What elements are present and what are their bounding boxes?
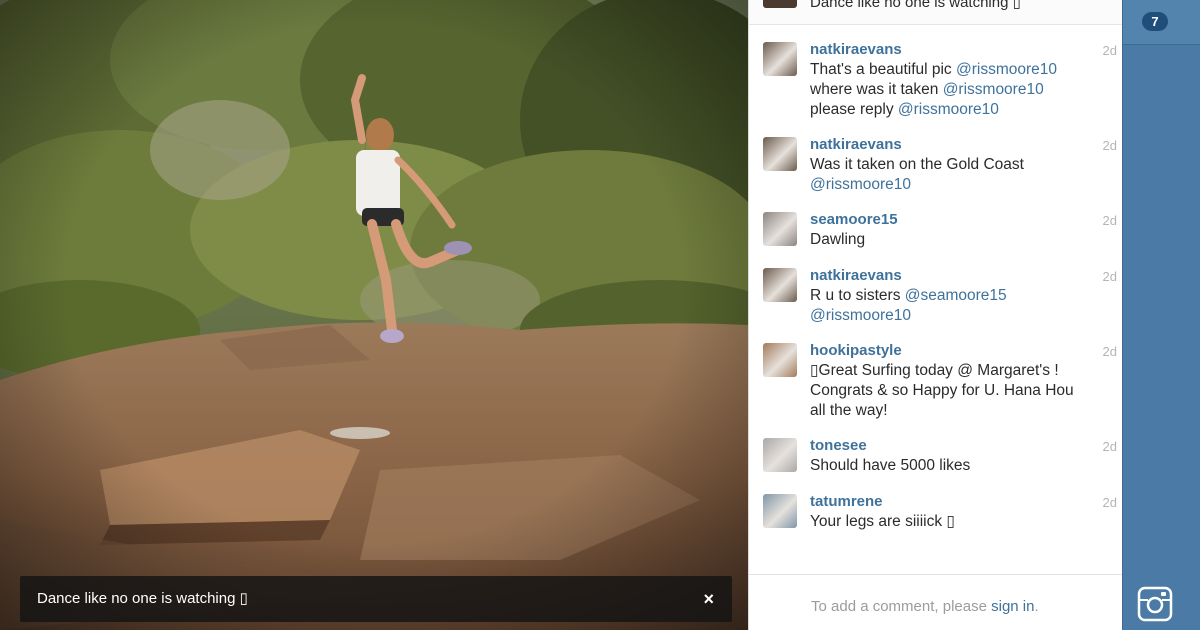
comment-line: Was it taken on the Gold Coast — [810, 155, 1110, 175]
comment-timestamp: 2d — [1102, 439, 1117, 454]
avatar[interactable] — [763, 494, 797, 528]
comment-text-segment: Dawling — [810, 231, 866, 248]
comment-text-segment: where was it taken — [810, 81, 943, 98]
comment-line: @rissmoore10 — [810, 175, 1110, 195]
mention-link[interactable]: @rissmoore10 — [898, 101, 999, 118]
photo-panel: Dance like no one is watching ▯ × — [0, 0, 748, 630]
comment-text: That's a beautiful pic @rissmoore10 where… — [810, 60, 1110, 120]
comment-timestamp: 2d — [1102, 344, 1117, 359]
avatar[interactable] — [763, 212, 797, 246]
right-rail: 7 — [1122, 0, 1200, 630]
comment-text-segment: That's a beautiful pic — [810, 61, 956, 78]
mention-link[interactable]: @rissmoore10 — [943, 81, 1044, 98]
comment-username[interactable]: seamoore15 — [810, 210, 898, 230]
comment-text-segment: R u to sisters — [810, 287, 905, 304]
comment-username[interactable]: tatumrene — [810, 492, 883, 512]
comment-timestamp: 2d — [1102, 269, 1117, 284]
comment-line: Should have 5000 likes — [810, 456, 1110, 476]
comment-text-segment: Was it taken on the Gold Coast — [810, 156, 1024, 173]
comment-text: Your legs are siiiick ▯ — [810, 512, 1110, 532]
comment-username[interactable]: natkiraevans — [810, 40, 902, 60]
notification-badge[interactable]: 7 — [1142, 12, 1168, 31]
comment-text: R u to sisters @seamoore15 @rissmoore10 — [810, 286, 1110, 326]
comment-text-segment: ▯Great Surfing today @ Margaret's ! — [810, 362, 1059, 379]
comment-line: @rissmoore10 — [810, 306, 1110, 326]
comment-text: Was it taken on the Gold Coast @rissmoore… — [810, 155, 1110, 195]
avatar[interactable] — [763, 42, 797, 76]
instagram-camera-icon[interactable] — [1137, 586, 1173, 622]
comment-text-segment: Your legs are siiiick ▯ — [810, 513, 955, 530]
comment-line: R u to sisters @seamoore15 — [810, 286, 1110, 306]
close-icon[interactable]: × — [703, 576, 714, 622]
comment-timestamp: 2d — [1102, 43, 1117, 58]
add-comment-prompt-text: To add a comment, please — [811, 598, 992, 615]
add-comment-suffix: . — [1034, 598, 1039, 615]
sign-in-link[interactable]: sign in — [991, 598, 1034, 615]
comment-timestamp: 2d — [1102, 138, 1117, 153]
avatar[interactable] — [763, 137, 797, 171]
comment-username[interactable]: tonesee — [810, 436, 867, 456]
comment-text-segment: Should have 5000 likes — [810, 457, 971, 474]
avatar[interactable] — [763, 0, 797, 8]
photo-image — [0, 0, 748, 630]
caption-comment-text: Dance like no one is watching ▯ — [810, 0, 1021, 11]
comment-line: please reply @rissmoore10 — [810, 100, 1110, 120]
comment-text-segment: all the way! — [810, 402, 888, 419]
mention-link[interactable]: @rissmoore10 — [956, 61, 1057, 78]
avatar[interactable] — [763, 438, 797, 472]
comment-text: ▯Great Surfing today @ Margaret's ! Congr… — [810, 361, 1110, 421]
comment-line: all the way! — [810, 401, 1110, 421]
comment-timestamp: 2d — [1102, 213, 1117, 228]
comment-line: That's a beautiful pic @rissmoore10 — [810, 60, 1110, 80]
photo-caption-bar: Dance like no one is watching ▯ × — [20, 576, 732, 622]
mention-link[interactable]: @rissmoore10 — [810, 176, 911, 193]
comment-line: Your legs are siiiick ▯ — [810, 512, 1110, 532]
caption-comment: Dance like no one is watching ▯ — [749, 0, 1123, 25]
comment-text-segment: please reply — [810, 101, 898, 118]
comment-line: ▯Great Surfing today @ Margaret's ! — [810, 361, 1110, 381]
rail-header: 7 — [1123, 0, 1200, 45]
comments-panel: Dance like no one is watching ▯ natkirae… — [748, 0, 1123, 630]
add-comment-prompt: To add a comment, please sign in. — [811, 598, 1039, 615]
comment-timestamp: 2d — [1102, 495, 1117, 510]
mention-link[interactable]: @seamoore15 — [905, 287, 1007, 304]
mention-link[interactable]: @rissmoore10 — [810, 307, 911, 324]
photo-caption: Dance like no one is watching ▯ — [37, 590, 248, 607]
instagram-photo-viewer: Dance like no one is watching ▯ × Dance … — [0, 0, 1200, 630]
comment-line: where was it taken @rissmoore10 — [810, 80, 1110, 100]
avatar[interactable] — [763, 343, 797, 377]
avatar[interactable] — [763, 268, 797, 302]
comment-text: Should have 5000 likes — [810, 456, 1110, 476]
comment-username[interactable]: natkiraevans — [810, 266, 902, 286]
comment-username[interactable]: hookipastyle — [810, 341, 902, 361]
comment-line: Congrats & so Happy for U. Hana Hou — [810, 381, 1110, 401]
add-comment-area: To add a comment, please sign in. — [749, 574, 1123, 630]
comment-text: Dawling — [810, 230, 1110, 250]
comment-username[interactable]: natkiraevans — [810, 135, 902, 155]
comment-text-segment: Congrats & so Happy for U. Hana Hou — [810, 382, 1074, 399]
comment-line: Dawling — [810, 230, 1110, 250]
